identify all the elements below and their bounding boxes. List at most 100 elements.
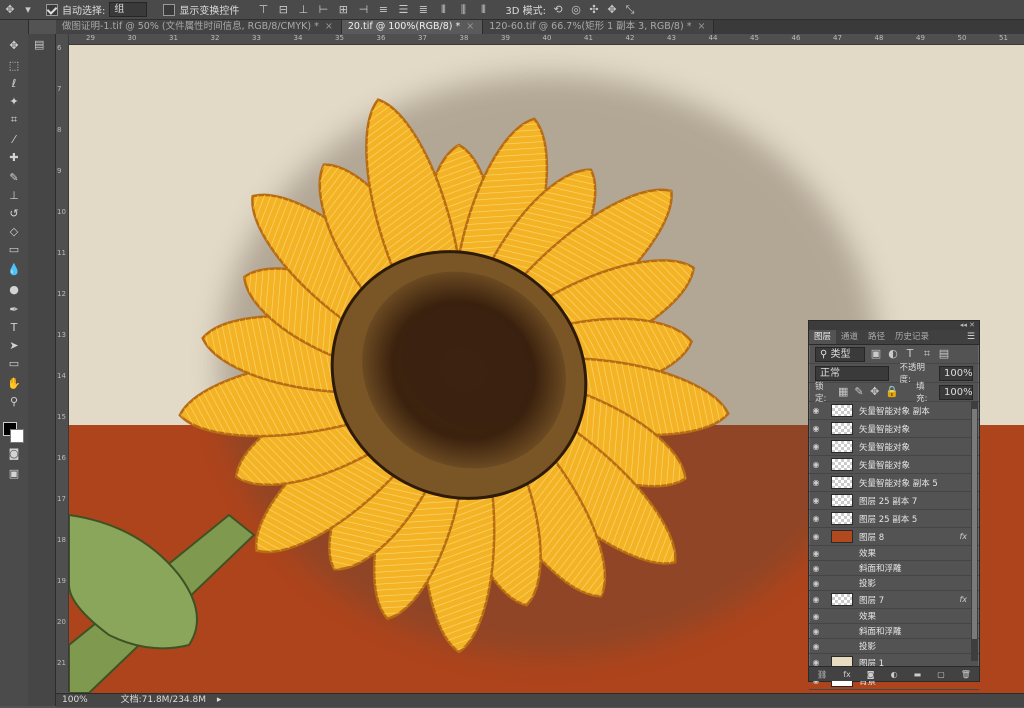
screen-mode-icon[interactable]: ▣ [5,466,23,482]
visibility-eye-icon[interactable]: ◉ [809,627,823,636]
add-mask-icon[interactable]: ◙ [867,670,875,679]
add-style-icon[interactable]: fx [843,670,851,679]
layer-filter-dropdown[interactable]: ⚲ 类型 [815,346,865,362]
tab-layers[interactable]: 图层 [809,330,837,344]
filter-type-icon[interactable]: T [904,348,916,360]
visibility-eye-icon[interactable]: ◉ [809,424,823,433]
layer-row[interactable]: ◉ 矢量智能对象 副本 5 [809,474,979,492]
opacity-input[interactable]: 100% [939,365,973,381]
visibility-eye-icon[interactable]: ◉ [809,442,823,451]
layer-row[interactable]: ◉ 矢量智能对象 [809,438,979,456]
blur-tool-icon[interactable]: 💧 [5,262,23,278]
move-tool-icon[interactable]: ✥ [5,38,23,54]
layer-row[interactable]: ◉ 图层 8 fx [809,528,979,546]
healing-brush-icon[interactable]: ✚ [5,150,23,166]
panel-menu-icon[interactable]: ☰ [967,330,975,344]
pen-tool-icon[interactable]: ✒ [5,302,23,318]
eyedropper-icon[interactable]: ⁄ [5,132,23,148]
layer-row[interactable]: ◉ 图层 7 fx [809,591,979,609]
lock-transparent-icon[interactable]: ▦ [838,386,849,398]
visibility-eye-icon[interactable]: ◉ [809,406,823,415]
new-layer-icon[interactable]: ▢ [937,670,945,679]
adjustment-layer-icon[interactable]: ◐ [891,670,898,679]
shape-tool-icon[interactable]: ▭ [5,356,23,372]
lock-all-icon[interactable]: 🔒 [885,386,899,398]
3d-scale-icon[interactable]: ⤡ [624,3,636,16]
tab-channels[interactable]: 通道 [836,330,863,344]
visibility-eye-icon[interactable]: ◉ [809,532,823,541]
visibility-eye-icon[interactable]: ◉ [809,642,823,651]
visibility-eye-icon[interactable]: ◉ [809,514,823,523]
filter-smart-icon[interactable]: ▤ [938,348,950,360]
filter-shape-icon[interactable]: ⌗ [921,348,933,360]
tab-document-3[interactable]: 120-60.tif @ 66.7%(矩形 1 副本 3, RGB/8) * × [483,20,715,34]
panel-header[interactable]: ◂◂ ✕ [809,321,979,330]
layer-effect-item[interactable]: ◉ 投影 [809,639,979,654]
lasso-tool-icon[interactable]: ℓ [5,76,23,92]
lock-pixels-icon[interactable]: ✎ [854,386,865,398]
marquee-tool-icon[interactable]: ⬚ [5,58,23,74]
new-group-icon[interactable]: ▬ [914,670,922,679]
align-left-icon[interactable]: ⊢ [317,3,329,16]
filter-adjust-icon[interactable]: ◐ [887,348,899,360]
auto-select-dropdown[interactable]: 组 [109,2,148,17]
layer-row[interactable]: ◉ 矢量智能对象 [809,420,979,438]
distribute-left-icon[interactable]: ⦀ [437,3,449,16]
filter-pixel-icon[interactable]: ▣ [870,348,882,360]
history-brush-icon[interactable]: ↺ [5,206,23,222]
layer-row[interactable]: ◉ 矢量智能对象 [809,456,979,474]
3d-roll-icon[interactable]: ◎ [570,3,582,16]
visibility-eye-icon[interactable]: ◉ [809,496,823,505]
visibility-eye-icon[interactable]: ◉ [809,478,823,487]
tab-history[interactable]: 历史记录 [890,330,934,344]
layer-effect-item[interactable]: ◉ 效果 [809,546,979,561]
collapse-icon[interactable]: ◂◂ ✕ [960,321,975,330]
delete-layer-icon[interactable]: 🗑 [961,670,971,679]
background-color-swatch[interactable] [10,429,24,443]
status-menu-icon[interactable]: ▸ [217,695,222,705]
show-transform-checkbox[interactable] [163,3,176,16]
3d-drag-icon[interactable]: ✣ [588,3,600,16]
close-icon[interactable]: × [325,21,333,32]
clone-stamp-icon[interactable]: ⊥ [5,188,23,204]
dodge-tool-icon[interactable]: ● [5,282,23,298]
visibility-eye-icon[interactable]: ◉ [809,564,823,573]
chevron-down-icon[interactable]: ▾ [22,3,34,16]
magic-wand-icon[interactable]: ✦ [5,94,23,110]
quick-mask-icon[interactable]: ◙ [5,446,23,462]
ruler-vertical[interactable]: 678910111213141516171819202122 [56,34,69,708]
link-layers-icon[interactable]: ⛓ [817,670,827,679]
move-tool-icon[interactable]: ✥ [4,3,16,16]
eraser-icon[interactable]: ◇ [5,224,23,240]
layers-scrollbar[interactable] [971,401,978,661]
tab-document-1[interactable]: 做图证明-1.tif @ 50% (文件属性时间信息, RGB/8/CMYK) … [56,20,342,34]
zoom-tool-icon[interactable]: ⚲ [5,394,23,410]
align-hcenter-icon[interactable]: ⊞ [337,3,349,16]
tab-document-2[interactable]: 20.tif @ 100%(RGB/8) * × [341,20,484,34]
layer-fx-badge[interactable]: fx [959,595,967,604]
align-right-icon[interactable]: ⊣ [357,3,369,16]
brush-tool-icon[interactable]: ✎ [5,170,23,186]
3d-rotate-icon[interactable]: ⟲ [552,3,564,16]
lock-position-icon[interactable]: ✥ [869,386,880,398]
path-select-icon[interactable]: ➤ [5,338,23,354]
tab-paths[interactable]: 路径 [863,330,890,344]
blend-mode-dropdown[interactable]: 正常 [815,365,889,381]
distribute-hcenter-icon[interactable]: ⫼ [457,3,469,16]
layer-row[interactable]: ◉ 图层 25 副本 7 [809,492,979,510]
visibility-eye-icon[interactable]: ◉ [809,595,823,604]
layer-effect-item[interactable]: ◉ 投影 [809,576,979,591]
distribute-top-icon[interactable]: ≡ [377,3,389,16]
close-icon[interactable]: × [697,21,705,32]
layer-fx-badge[interactable]: fx [959,532,967,541]
3d-slide-icon[interactable]: ✥ [606,3,618,16]
layer-effect-item[interactable]: ◉ 斜面和浮雕 [809,561,979,576]
crop-tool-icon[interactable]: ⌗ [5,112,23,128]
layer-effect-item[interactable]: ◉ 效果 [809,609,979,624]
gradient-tool-icon[interactable]: ▭ [5,242,23,258]
distribute-bottom-icon[interactable]: ≣ [417,3,429,16]
visibility-eye-icon[interactable]: ◉ [809,579,823,588]
align-top-icon[interactable]: ⊤ [257,3,269,16]
hand-tool-icon[interactable]: ✋ [5,376,23,392]
align-vcenter-icon[interactable]: ⊟ [277,3,289,16]
